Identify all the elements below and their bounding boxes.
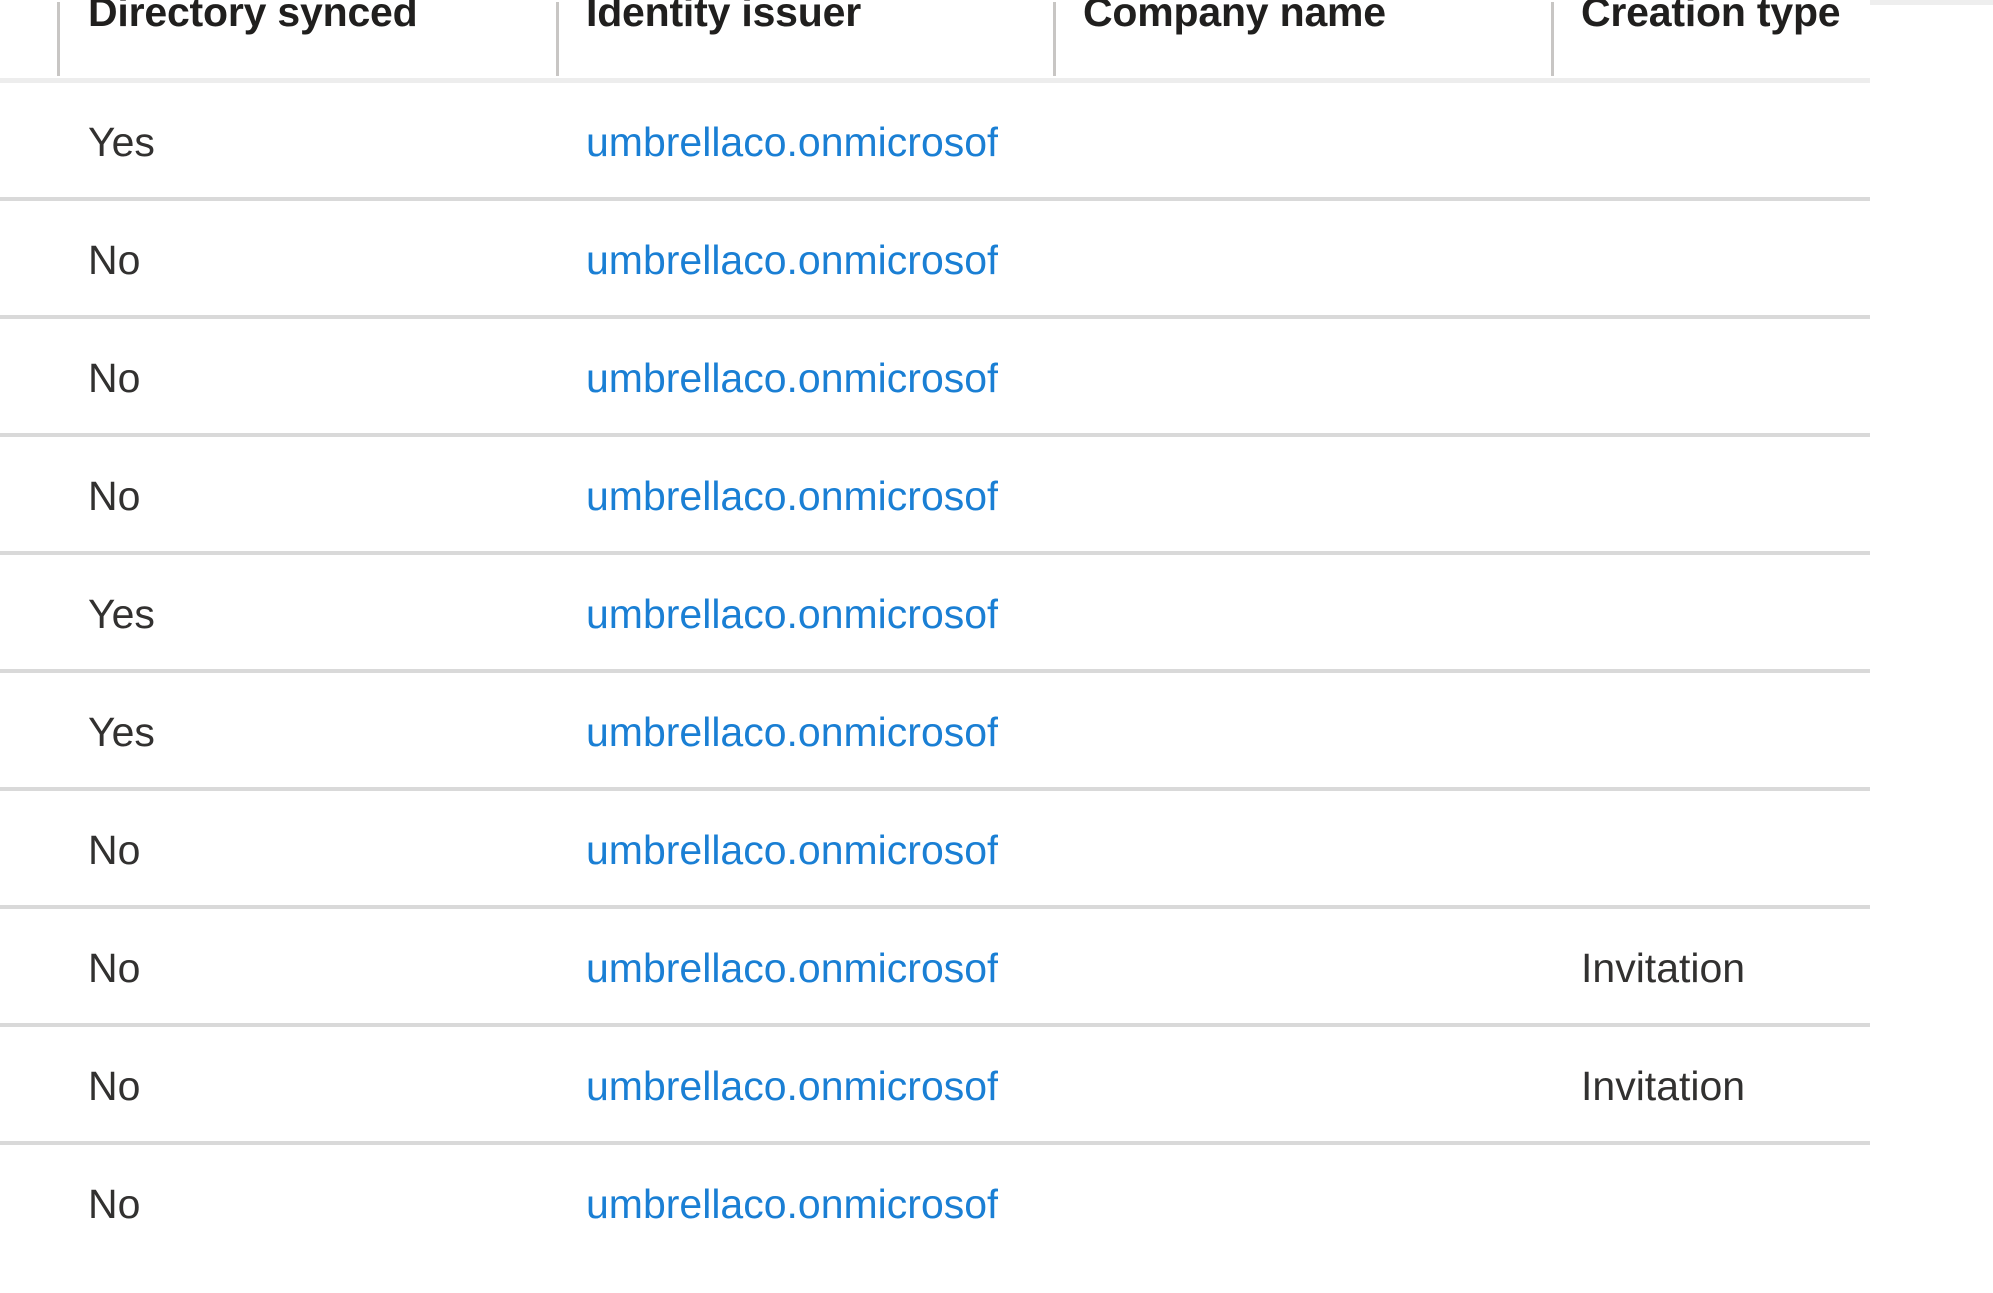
cell-creation_type [1553, 791, 1870, 909]
cell-identity_issuer[interactable]: umbrellaco.onmicrosof [558, 201, 1055, 319]
identity-issuer-link[interactable]: umbrellaco.onmicrosof [586, 118, 998, 166]
table-row[interactable]: Yes umbrellaco.onmicrosof [0, 673, 1870, 791]
users-data-grid: Directory synced Identity issuer Company… [0, 0, 1870, 1293]
cell-identity_issuer[interactable]: umbrellaco.onmicrosof [558, 673, 1055, 791]
cell-directory_synced: No [60, 909, 558, 1027]
identity-issuer-link[interactable]: umbrellaco.onmicrosof [586, 826, 998, 874]
cell-identity_issuer[interactable]: umbrellaco.onmicrosof [558, 1027, 1055, 1145]
table-row[interactable]: No umbrellaco.onmicrosof [0, 437, 1870, 555]
cell-directory_synced: No [60, 319, 558, 437]
cell-creation_type [1553, 673, 1870, 791]
cell-identity_issuer[interactable]: umbrellaco.onmicrosof [558, 83, 1055, 201]
identity-issuer-link[interactable]: umbrellaco.onmicrosof [586, 1180, 998, 1228]
cell-directory_synced: No [60, 1145, 558, 1263]
cell-text: No [88, 473, 141, 519]
cell-text: Yes [88, 709, 155, 755]
cell-identity_issuer[interactable]: umbrellaco.onmicrosof [558, 791, 1055, 909]
table-header-row: Directory synced Identity issuer Company… [0, 0, 1870, 83]
cell-text: No [88, 355, 141, 401]
identity-issuer-link[interactable]: umbrellaco.onmicrosof [586, 590, 998, 638]
cell-company_name [1055, 673, 1553, 791]
cell-directory_synced: No [60, 1027, 558, 1145]
cell-creation_type [1553, 437, 1870, 555]
column-header-creation-type[interactable]: Creation type [1553, 0, 1870, 78]
table-row[interactable]: No umbrellaco.onmicrosof Invitation [0, 1027, 1870, 1145]
cell-company_name [1055, 437, 1553, 555]
identity-issuer-link[interactable]: umbrellaco.onmicrosof [586, 944, 998, 992]
cell-company_name [1055, 319, 1553, 437]
cell-directory_synced: Yes [60, 83, 558, 201]
cell-text: Yes [88, 591, 155, 637]
cell-creation_type [1553, 201, 1870, 319]
cell-company_name [1055, 83, 1553, 201]
cell-text: No [88, 237, 141, 283]
column-header-label: Company name [1083, 0, 1386, 35]
column-header-company-name[interactable]: Company name [1055, 0, 1553, 78]
table-row[interactable]: No umbrellaco.onmicrosof [0, 319, 1870, 437]
cell-directory_synced: No [60, 791, 558, 909]
cell-company_name [1055, 1027, 1553, 1145]
identity-issuer-link[interactable]: umbrellaco.onmicrosof [586, 472, 998, 520]
cell-text: No [88, 945, 141, 991]
table-row[interactable]: No umbrellaco.onmicrosof [0, 201, 1870, 319]
cell-identity_issuer[interactable]: umbrellaco.onmicrosof [558, 437, 1055, 555]
table-row[interactable]: Yes umbrellaco.onmicrosof [0, 83, 1870, 201]
cell-company_name [1055, 555, 1553, 673]
cell-text: Yes [88, 119, 155, 165]
cell-identity_issuer[interactable]: umbrellaco.onmicrosof [558, 909, 1055, 1027]
cell-creation_type [1553, 555, 1870, 673]
cell-company_name [1055, 201, 1553, 319]
cell-company_name [1055, 1145, 1553, 1263]
identity-issuer-link[interactable]: umbrellaco.onmicrosof [586, 708, 998, 756]
cell-company_name [1055, 791, 1553, 909]
table-row[interactable]: No umbrellaco.onmicrosof Invitation [0, 909, 1870, 1027]
cell-creation_type [1553, 319, 1870, 437]
cell-creation_type: Invitation [1553, 909, 1870, 1027]
cell-company_name [1055, 909, 1553, 1027]
column-header-label: Directory synced [88, 0, 418, 35]
cell-creation_type: Invitation [1553, 1027, 1870, 1145]
table-viewport: Directory synced Identity issuer Company… [0, 0, 1993, 1293]
identity-issuer-link[interactable]: umbrellaco.onmicrosof [586, 236, 998, 284]
cell-directory_synced: Yes [60, 673, 558, 791]
column-header-label: Identity issuer [586, 0, 861, 35]
cell-creation_type [1553, 83, 1870, 201]
cell-creation_type [1553, 1145, 1870, 1263]
cell-directory_synced: No [60, 201, 558, 319]
column-header-label: Creation type [1581, 0, 1841, 35]
cell-identity_issuer[interactable]: umbrellaco.onmicrosof [558, 319, 1055, 437]
column-header-identity-issuer[interactable]: Identity issuer [558, 0, 1055, 78]
cell-text: No [88, 827, 141, 873]
identity-issuer-link[interactable]: umbrellaco.onmicrosof [586, 1062, 998, 1110]
cell-text: No [88, 1181, 141, 1227]
cell-identity_issuer[interactable]: umbrellaco.onmicrosof [558, 1145, 1055, 1263]
table-row[interactable]: No umbrellaco.onmicrosof [0, 791, 1870, 909]
cell-identity_issuer[interactable]: umbrellaco.onmicrosof [558, 555, 1055, 673]
column-header-directory-synced[interactable]: Directory synced [60, 0, 558, 78]
identity-issuer-link[interactable]: umbrellaco.onmicrosof [586, 354, 998, 402]
table-row[interactable]: Yes umbrellaco.onmicrosof [0, 555, 1870, 673]
cell-text: Invitation [1581, 945, 1746, 991]
table-row[interactable]: No umbrellaco.onmicrosof [0, 1145, 1870, 1263]
cell-directory_synced: No [60, 437, 558, 555]
cell-directory_synced: Yes [60, 555, 558, 673]
cell-text: Invitation [1581, 1063, 1746, 1109]
cell-text: No [88, 1063, 141, 1109]
